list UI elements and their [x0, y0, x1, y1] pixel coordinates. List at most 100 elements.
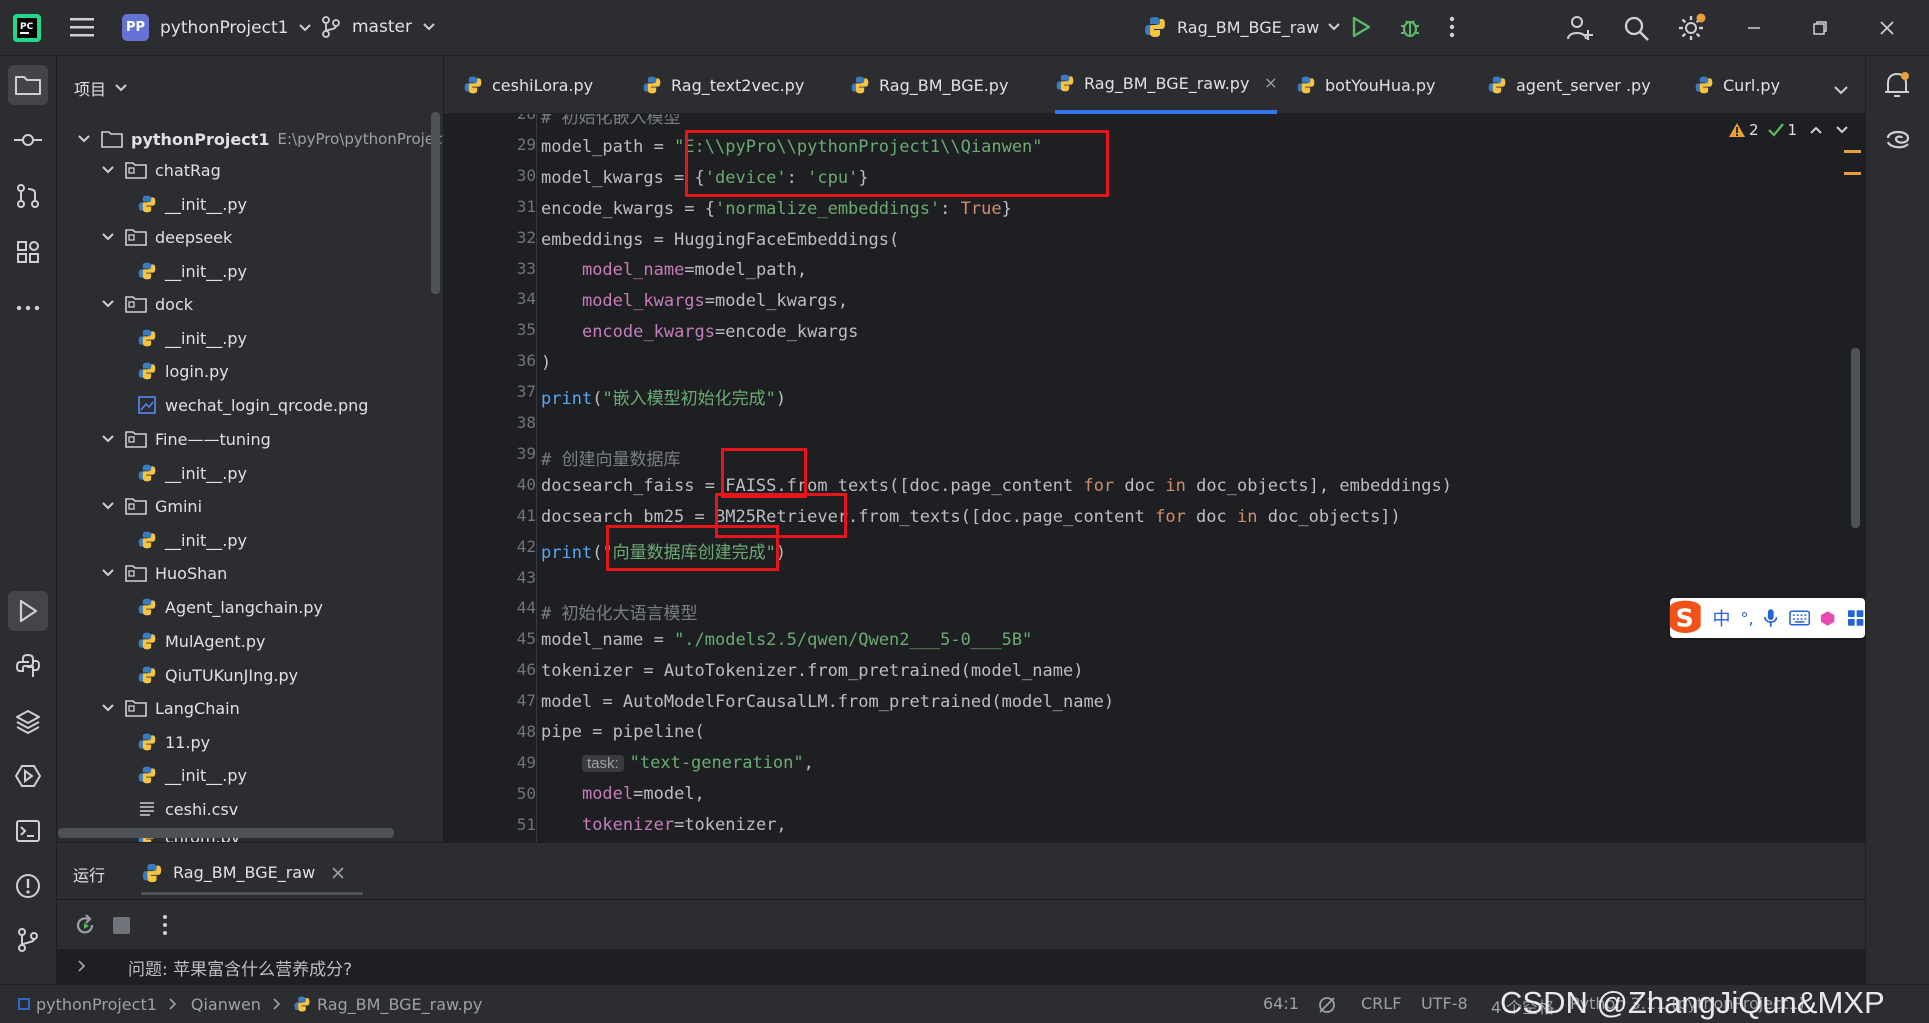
tree-file[interactable]: 11.py [129, 728, 210, 756]
settings-button[interactable] [1677, 12, 1707, 42]
folder-icon [101, 130, 123, 148]
branch-switcher[interactable]: master [320, 15, 436, 39]
structure-icon [17, 241, 39, 263]
more-tools-button[interactable] [8, 288, 48, 328]
chevron-down-icon [77, 134, 91, 144]
restore-button[interactable] [1812, 20, 1828, 36]
breadcrumb-project[interactable]: pythonProject1 [36, 995, 157, 1014]
folder-icon [125, 699, 147, 717]
close-icon[interactable] [1265, 76, 1277, 90]
tree-folder[interactable]: deepseek [101, 223, 232, 251]
tree-folder[interactable]: dock [101, 290, 193, 318]
ime-toolbar[interactable]: S 中 °, [1669, 598, 1865, 638]
editor-tab[interactable]: Curl.py [1694, 56, 1780, 114]
chevron-down-icon[interactable] [1835, 125, 1849, 135]
line-number: 40 [516, 474, 536, 494]
run-config-selector[interactable]: Rag_BM_BGE_raw [1143, 15, 1341, 39]
tree-folder[interactable]: HuoShan [101, 559, 227, 587]
run-more-button[interactable] [161, 913, 169, 941]
tree-folder[interactable]: Gmini [101, 492, 202, 520]
project-panel-header[interactable]: 项目 [74, 76, 128, 100]
debug-button[interactable] [1398, 14, 1422, 40]
terminal-tool-button[interactable] [8, 811, 48, 851]
tree-file[interactable]: __init__.py [129, 324, 247, 352]
tree-file[interactable]: MulAgent.py [129, 627, 265, 655]
tree-file[interactable]: __init__.py [129, 257, 247, 285]
close-window-button[interactable] [1878, 19, 1896, 37]
caret-position[interactable]: 64:1 [1263, 994, 1299, 1013]
project-switcher[interactable]: PP pythonProject1 [122, 14, 312, 41]
minimize-button[interactable] [1746, 20, 1762, 36]
code-editor[interactable]: 28 29 30 31 32 33 34 35 36 37 38 39 40 41 42 43 44 45 46 47… [444, 114, 1865, 842]
tree-folder[interactable]: LangChain [101, 694, 240, 722]
editor-scrollbar[interactable] [1851, 348, 1860, 528]
readonly-toggle-icon[interactable] [1317, 995, 1337, 1015]
tree-item-label: LangChain [155, 698, 240, 718]
inspection-widget[interactable]: 2 1 [1728, 121, 1849, 139]
warning-marker[interactable] [1844, 150, 1861, 153]
code-line-33: model_name=model_path, [581, 260, 808, 280]
editor-tab-active[interactable]: Rag_BM_BGE_raw.py [1055, 56, 1277, 114]
chevron-right-icon[interactable] [77, 959, 87, 973]
editor-tab[interactable]: Rag_BM_BGE.py [850, 56, 1008, 114]
problems-tool-button[interactable] [8, 866, 48, 906]
tree-file[interactable]: QiuTUKunJIng.py [129, 661, 298, 689]
breadcrumb-folder[interactable]: Qianwen [191, 995, 261, 1014]
run-button[interactable] [1350, 15, 1372, 39]
pull-requests-tool-button[interactable] [8, 176, 48, 216]
editor-tab[interactable]: agent_server .py [1487, 56, 1651, 114]
tree-file[interactable]: login.py [129, 357, 229, 385]
app-logo-icon[interactable]: PC [12, 12, 44, 44]
stop-icon[interactable] [113, 917, 130, 934]
code-line-31: encode_kwargs = {'normalize_embeddings':… [541, 199, 1012, 219]
editor-tab[interactable]: botYouHua.py [1296, 56, 1435, 114]
warning-marker[interactable] [1844, 172, 1861, 175]
ai-assistant-button[interactable] [1884, 124, 1912, 156]
tree-vertical-scrollbar[interactable] [431, 112, 440, 294]
line-separator[interactable]: CRLF [1361, 994, 1401, 1013]
run-tab[interactable]: Rag_BM_BGE_raw [141, 853, 364, 895]
python-icon [1694, 75, 1714, 95]
hamburger-menu-icon[interactable] [68, 15, 96, 39]
editor-tab[interactable]: ceshiLora.py [463, 56, 593, 114]
rerun-button[interactable] [73, 913, 97, 941]
run-tool-button[interactable] [8, 591, 48, 631]
python-icon [1055, 73, 1075, 93]
tree-file[interactable]: __init__.py [129, 526, 247, 554]
git-tool-button[interactable] [8, 920, 48, 960]
python-file-icon [137, 732, 157, 752]
line-number: 45 [516, 629, 536, 649]
notifications-button[interactable] [1882, 70, 1912, 104]
tree-root[interactable]: pythonProject1 E:\pyPro\pythonProject1 [77, 125, 443, 153]
services-icon [15, 765, 41, 787]
services-tool-button[interactable] [8, 756, 48, 796]
chevron-down-icon [101, 703, 115, 713]
tree-file[interactable]: wechat_login_qrcode.png [129, 391, 368, 419]
breadcrumb-file[interactable]: Rag_BM_BGE_raw.py [317, 995, 482, 1014]
tree-file[interactable]: __init__.py [129, 761, 247, 789]
tree-item-label: __init__.py [165, 261, 248, 281]
tree-file[interactable]: Agent_langchain.py [129, 593, 323, 621]
tabs-overflow-button[interactable] [1833, 80, 1849, 99]
add-user-button[interactable] [1566, 14, 1594, 42]
run-panel-title: 运行 [73, 866, 106, 885]
chevron-up-icon[interactable] [1809, 125, 1823, 135]
python-packages-tool-button[interactable] [8, 701, 48, 741]
tree-horizontal-scrollbar[interactable] [58, 828, 394, 838]
structure-tool-button[interactable] [8, 232, 48, 272]
tree-folder[interactable]: chatRag [101, 156, 221, 184]
more-actions-button[interactable] [1447, 14, 1457, 40]
commit-tool-button[interactable] [8, 120, 48, 160]
console-output[interactable]: 问题: 苹果富含什么营养成分? [57, 949, 1865, 985]
project-tool-button[interactable] [8, 65, 48, 105]
tree-file[interactable]: __init__.py [129, 459, 247, 487]
chevron-down-icon [101, 568, 115, 578]
tree-file[interactable]: ceshi.csv [129, 795, 238, 823]
tree-folder[interactable]: Fine——tuning [101, 425, 271, 453]
search-button[interactable] [1622, 14, 1650, 42]
tree-file[interactable]: __init__.py [129, 190, 247, 218]
close-icon[interactable] [331, 866, 345, 880]
editor-tab[interactable]: Rag_text2vec.py [642, 56, 804, 114]
file-encoding[interactable]: UTF-8 [1421, 994, 1468, 1013]
python-console-tool-button[interactable] [8, 646, 48, 686]
